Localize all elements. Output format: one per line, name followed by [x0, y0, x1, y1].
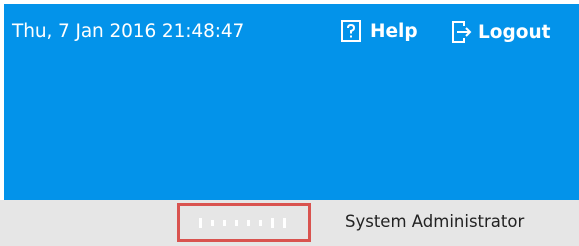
- top-header: Thu, 7 Jan 2016 21:48:47 Help Logout: [4, 4, 579, 200]
- page: Thu, 7 Jan 2016 21:48:47 Help Logout Sys…: [0, 0, 579, 246]
- help-link[interactable]: Help: [340, 19, 418, 43]
- logout-label: Logout: [478, 21, 551, 43]
- logout-link[interactable]: Logout: [450, 19, 550, 45]
- current-datetime: Thu, 7 Jan 2016 21:48:47: [12, 21, 245, 42]
- user-logo-highlight[interactable]: [177, 203, 311, 242]
- help-icon: [340, 19, 362, 43]
- user-name[interactable]: System Administrator: [345, 212, 524, 231]
- help-label: Help: [370, 20, 418, 42]
- user-logo-icon: [199, 218, 286, 228]
- logout-icon: [450, 19, 472, 45]
- user-bar: System Administrator: [0, 200, 579, 246]
